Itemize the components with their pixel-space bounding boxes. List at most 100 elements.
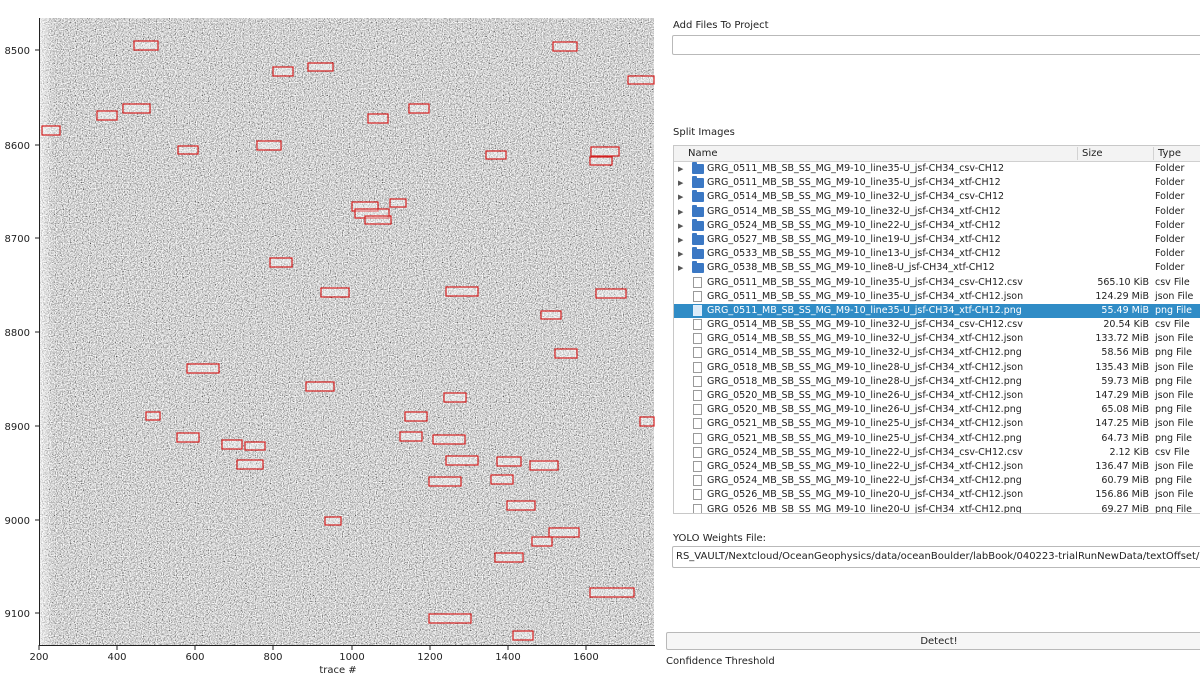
row-type: Folder	[1155, 163, 1185, 174]
row-type: csv File	[1155, 446, 1190, 458]
file-icon	[693, 333, 702, 345]
detection-box	[221, 439, 243, 450]
row-type: json File	[1155, 333, 1194, 345]
expand-arrow-icon[interactable]: ▶	[678, 233, 688, 247]
row-size: 2.12 KiB	[1109, 446, 1149, 458]
folder-icon	[692, 162, 704, 174]
sonar-edge-fade	[40, 18, 54, 645]
column-header-name[interactable]: Name	[684, 147, 1079, 160]
detection-box	[428, 613, 472, 624]
row-name: GRG_0524_MB_SB_SS_MG_M9-10_line22-U_jsf-…	[707, 446, 1023, 458]
tree-file-row[interactable]: GRG_0520_MB_SB_SS_MG_M9-10_line26-U_jsf-…	[674, 389, 1200, 403]
expand-arrow-icon[interactable]: ▶	[678, 205, 688, 219]
tree-file-row[interactable]: GRG_0514_MB_SB_SS_MG_M9-10_line32-U_jsf-…	[674, 318, 1200, 332]
row-type: json File	[1155, 361, 1194, 373]
tree-file-row[interactable]: GRG_0524_MB_SB_SS_MG_M9-10_line22-U_jsf-…	[674, 446, 1200, 460]
x-tick-label: 1200	[417, 652, 442, 663]
tree-folder-row[interactable]: ▶ GRG_0511_MB_SB_SS_MG_M9-10_line35-U_jsf…	[674, 162, 1200, 176]
folder-icon	[692, 218, 704, 231]
y-tick-label: 8600	[5, 141, 30, 152]
tree-header: Name Size Type	[674, 146, 1200, 162]
tree-file-row[interactable]: GRG_0524_MB_SB_SS_MG_M9-10_line22-U_jsf-…	[674, 474, 1200, 488]
tree-file-row[interactable]: GRG_0514_MB_SB_SS_MG_M9-10_line32-U_jsf-…	[674, 346, 1200, 360]
tree-file-row[interactable]: GRG_0518_MB_SB_SS_MG_M9-10_line28-U_jsf-…	[674, 375, 1200, 389]
expand-arrow-icon[interactable]: ▶	[678, 261, 688, 275]
tree-file-row[interactable]: GRG_0511_MB_SB_SS_MG_M9-10_line35-U_jsf-…	[674, 303, 1200, 319]
row-name: GRG_0518_MB_SB_SS_MG_M9-10_line28-U_jsf-…	[707, 375, 1022, 387]
row-type: Folder	[1155, 248, 1185, 260]
file-icon	[693, 361, 702, 373]
tree-file-row[interactable]: GRG_0511_MB_SB_SS_MG_M9-10_line35-U_jsf-…	[674, 276, 1200, 290]
row-size: 69.27 MiB	[1101, 503, 1149, 514]
folder-icon	[692, 190, 704, 203]
row-name: GRG_0511_MB_SB_SS_MG_M9-10_line35-U_jsf-…	[707, 304, 1022, 316]
expand-arrow-icon[interactable]: ▶	[678, 176, 688, 190]
tree-file-row[interactable]: GRG_0514_MB_SB_SS_MG_M9-10_line32-U_jsf-…	[674, 332, 1200, 346]
expand-arrow-icon[interactable]: ▶	[678, 190, 688, 204]
tree-folder-row[interactable]: ▶ GRG_0511_MB_SB_SS_MG_M9-10_line35-U_jsf…	[674, 176, 1200, 190]
row-size: 64.73 MiB	[1101, 432, 1149, 444]
yolo-weights-input[interactable]: RS_VAULT/Nextcloud/OceanGeophysics/data/…	[672, 546, 1200, 568]
tree-file-row[interactable]: GRG_0520_MB_SB_SS_MG_M9-10_line26-U_jsf-…	[674, 403, 1200, 417]
row-size: 60.79 MiB	[1101, 475, 1149, 487]
row-size: 136.47 MiB	[1095, 460, 1149, 472]
tree-file-row[interactable]: GRG_0521_MB_SB_SS_MG_M9-10_line25-U_jsf-…	[674, 417, 1200, 431]
tree-file-row[interactable]: GRG_0518_MB_SB_SS_MG_M9-10_line28-U_jsf-…	[674, 361, 1200, 375]
detection-box	[540, 310, 562, 320]
yolo-weights-label: YOLO Weights File:	[673, 533, 767, 544]
x-axis-label: trace #	[319, 665, 356, 675]
tree-file-row[interactable]: GRG_0526_MB_SB_SS_MG_M9-10_line20-U_jsf-…	[674, 503, 1200, 514]
detection-box	[324, 516, 342, 526]
tree-file-row[interactable]: GRG_0521_MB_SB_SS_MG_M9-10_line25-U_jsf-…	[674, 432, 1200, 446]
row-name: GRG_0524_MB_SB_SS_MG_M9-10_line22-U_jsf-…	[707, 460, 1024, 472]
detection-box	[494, 552, 524, 563]
file-icon	[693, 489, 702, 501]
detection-box	[122, 103, 151, 114]
file-icon	[693, 390, 702, 401]
detection-box	[96, 110, 118, 121]
detection-box	[590, 146, 620, 157]
file-icon	[693, 290, 702, 302]
expand-arrow-icon[interactable]: ▶	[678, 219, 688, 233]
tree-folder-row[interactable]: ▶ GRG_0514_MB_SB_SS_MG_M9-10_line32-U_jsf…	[674, 190, 1200, 204]
row-type: csv File	[1155, 319, 1190, 331]
expand-arrow-icon[interactable]: ▶	[678, 162, 688, 176]
tree-folder-row[interactable]: ▶ GRG_0538_MB_SB_SS_MG_M9-10_line8-U_jsf-…	[674, 261, 1200, 275]
tree-file-row[interactable]: GRG_0524_MB_SB_SS_MG_M9-10_line22-U_jsf-…	[674, 460, 1200, 474]
add-files-input[interactable]	[672, 35, 1200, 55]
detection-box	[244, 441, 266, 451]
row-name: GRG_0511_MB_SB_SS_MG_M9-10_line35-U_jsf-…	[707, 276, 1023, 288]
file-icon	[693, 319, 702, 331]
tree-folder-row[interactable]: ▶ GRG_0527_MB_SB_SS_MG_M9-10_line19-U_jsf…	[674, 232, 1200, 247]
add-files-label: Add Files To Project	[673, 20, 769, 31]
file-icon	[693, 446, 702, 458]
row-size: 59.73 MiB	[1101, 375, 1149, 387]
y-tick-label: 8900	[5, 422, 30, 433]
split-images-tree[interactable]: Name Size Type ▶ GRG_0511_MB_SB_SS_MG_M9-…	[673, 145, 1200, 514]
row-type: Folder	[1155, 177, 1185, 189]
folder-icon	[692, 204, 704, 217]
x-tick-label: 400	[107, 652, 126, 663]
x-tick-label: 600	[185, 652, 204, 663]
row-type: png File	[1155, 503, 1192, 514]
file-icon	[693, 404, 702, 416]
tree-folder-row[interactable]: ▶ GRG_0514_MB_SB_SS_MG_M9-10_line32-U_jsf…	[674, 204, 1200, 219]
file-icon	[693, 347, 702, 359]
detection-box	[256, 140, 282, 151]
row-size: 147.25 MiB	[1095, 418, 1149, 430]
tree-file-row[interactable]: GRG_0526_MB_SB_SS_MG_M9-10_line20-U_jsf-…	[674, 488, 1200, 502]
detection-box	[272, 66, 294, 77]
tree-folder-row[interactable]: ▶ GRG_0533_MB_SB_SS_MG_M9-10_line13-U_jsf…	[674, 247, 1200, 261]
row-size: 20.54 KiB	[1103, 319, 1149, 331]
y-tick-label: 9000	[5, 516, 30, 527]
row-type: png File	[1155, 375, 1192, 387]
tree-folder-row[interactable]: ▶ GRG_0524_MB_SB_SS_MG_M9-10_line22-U_jsf…	[674, 218, 1200, 233]
detect-button[interactable]: Detect!	[666, 632, 1200, 650]
row-size: 135.43 MiB	[1095, 361, 1149, 373]
x-tick-label: 200	[29, 652, 48, 663]
column-header-type[interactable]: Type	[1153, 147, 1200, 160]
y-axis-ticks: 8500 8600 8700 8800 8900 9000 9100	[5, 46, 40, 620]
expand-arrow-icon[interactable]: ▶	[678, 247, 688, 261]
tree-file-row[interactable]: GRG_0511_MB_SB_SS_MG_M9-10_line35-U_jsf-…	[674, 290, 1200, 304]
column-header-size[interactable]: Size	[1077, 147, 1153, 160]
